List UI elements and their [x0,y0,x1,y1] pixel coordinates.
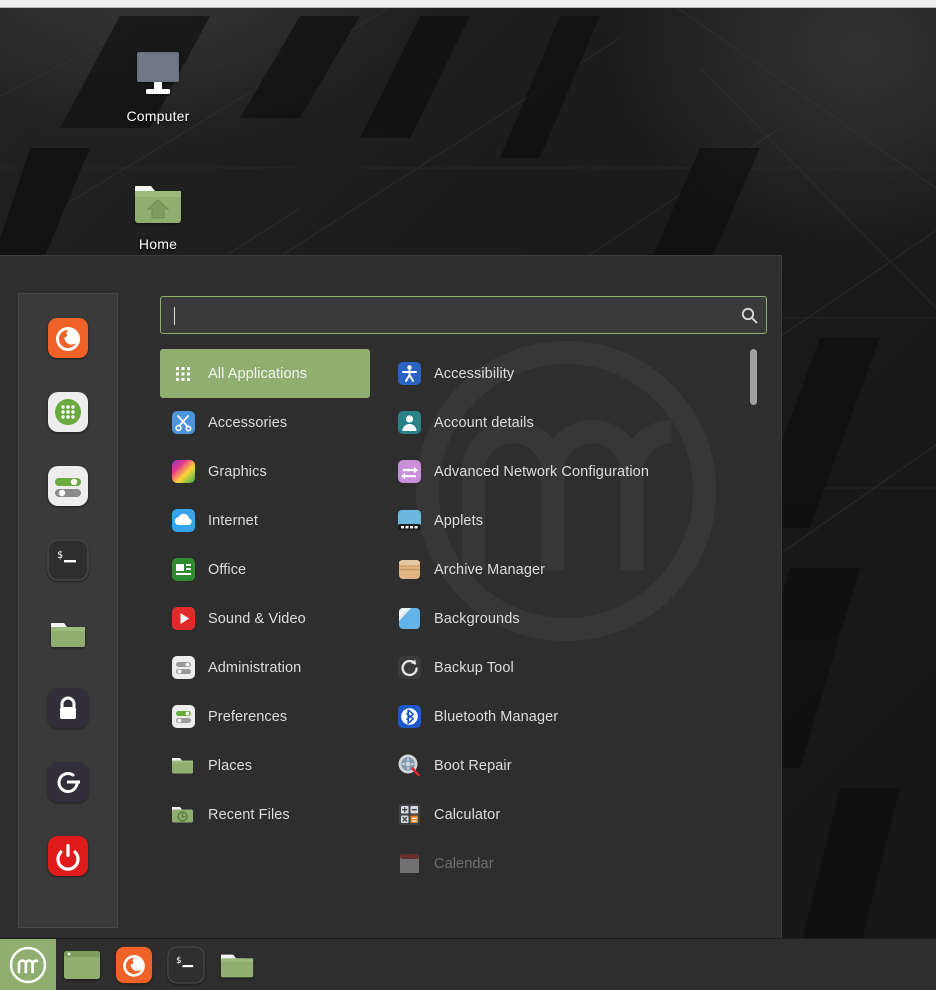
desktop-icon-computer[interactable]: Computer [98,30,218,124]
app-calculator[interactable]: Calculator [386,790,738,839]
sidebar-item-software-manager[interactable] [46,390,90,434]
category-label: Preferences [208,709,287,725]
sidebar-item-files[interactable] [46,612,90,656]
category-preferences[interactable]: Preferences [160,692,370,741]
category-label: Administration [208,660,301,676]
app-label: Archive Manager [434,562,545,578]
app-boot-repair[interactable]: Boot Repair [386,741,738,790]
menu-category-list: All Applications Accessories [160,349,370,839]
account-details-icon [396,410,422,436]
app-label: Backup Tool [434,660,514,676]
app-label: Advanced Network Configuration [434,464,649,480]
category-office[interactable]: Office [160,545,370,594]
browser-chrome-strip [0,0,936,8]
app-bluetooth-manager[interactable]: Bluetooth Manager [386,692,738,741]
sidebar-item-system-settings[interactable] [46,464,90,508]
app-account-details[interactable]: Account details [386,398,738,447]
app-label: Applets [434,513,483,529]
home-folder-icon [98,158,218,230]
app-label: Calendar [434,856,494,872]
app-applets[interactable]: Applets [386,496,738,545]
search-input[interactable] [161,307,732,323]
taskbar-terminal-launcher[interactable]: $ [160,939,212,990]
applets-icon [396,508,422,534]
category-label: Accessories [208,415,287,431]
backgrounds-icon [396,606,422,632]
desktop-icon-label: Home [98,236,218,252]
sidebar-item-terminal[interactable]: $ [46,538,90,582]
desktop-icon-label: Computer [98,108,218,124]
desktop[interactable]: Computer Home [0,8,936,990]
category-label: Office [208,562,246,578]
category-label: All Applications [208,366,307,382]
sidebar-item-quit[interactable] [46,834,90,878]
bluetooth-icon [396,704,422,730]
app-backup-tool[interactable]: Backup Tool [386,643,738,692]
recent-files-icon [170,802,196,828]
app-label: Calculator [434,807,500,823]
taskbar-window-list-item[interactable] [56,939,108,990]
administration-icon [170,655,196,681]
archive-manager-icon [396,557,422,583]
search-icon[interactable] [732,307,766,324]
desktop-icon-home[interactable]: Home [98,158,218,252]
svg-text:$: $ [57,550,63,561]
category-label: Internet [208,513,258,529]
app-accessibility[interactable]: Accessibility [386,349,738,398]
sidebar-item-lock-screen[interactable] [46,686,90,730]
sidebar-item-logout[interactable] [46,760,90,804]
sidebar-item-firefox[interactable] [46,316,90,360]
accessories-icon [170,410,196,436]
taskbar-panel: $ [0,938,936,990]
category-internet[interactable]: Internet [160,496,370,545]
boot-repair-icon [396,753,422,779]
backup-tool-icon [396,655,422,681]
network-config-icon [396,459,422,485]
sound-video-icon [170,606,196,632]
application-list-scrollbar[interactable] [750,349,757,919]
app-label: Account details [434,415,534,431]
category-places[interactable]: Places [160,741,370,790]
internet-icon [170,508,196,534]
category-recent-files[interactable]: Recent Files [160,790,370,839]
menu-sidebar-launchers: $ [18,293,118,928]
app-archive-manager[interactable]: Archive Manager [386,545,738,594]
office-icon [170,557,196,583]
places-folder-icon [170,753,196,779]
category-label: Recent Files [208,807,290,823]
mint-menu-button[interactable] [0,939,56,990]
category-graphics[interactable]: Graphics [160,447,370,496]
menu-application-list: Accessibility Account details Advanc [386,349,738,888]
app-label: Bluetooth Manager [434,709,558,725]
category-accessories[interactable]: Accessories [160,398,370,447]
accessibility-icon [396,361,422,387]
graphics-icon [170,459,196,485]
app-advanced-network-configuration[interactable]: Advanced Network Configuration [386,447,738,496]
category-all-applications[interactable]: All Applications [160,349,370,398]
category-sound-and-video[interactable]: Sound & Video [160,594,370,643]
app-label: Backgrounds [434,611,520,627]
app-label: Boot Repair [434,758,512,774]
text-cursor [174,307,175,325]
menu-search-box[interactable] [160,296,767,334]
preferences-icon [170,704,196,730]
category-label: Places [208,758,252,774]
grid-dots-icon [170,361,196,387]
linux-mint-logo-icon [8,945,48,985]
taskbar-firefox-launcher[interactable] [108,939,160,990]
category-label: Sound & Video [208,611,306,627]
category-administration[interactable]: Administration [160,643,370,692]
category-label: Graphics [208,464,267,480]
app-label: Accessibility [434,366,514,382]
scrollbar-thumb[interactable] [750,349,757,405]
calculator-icon [396,802,422,828]
taskbar-files-launcher[interactable] [212,939,264,990]
calendar-icon [396,851,422,877]
app-calendar[interactable]: Calendar [386,839,738,888]
app-backgrounds[interactable]: Backgrounds [386,594,738,643]
monitor-icon [98,30,218,102]
svg-text:$: $ [176,956,181,966]
